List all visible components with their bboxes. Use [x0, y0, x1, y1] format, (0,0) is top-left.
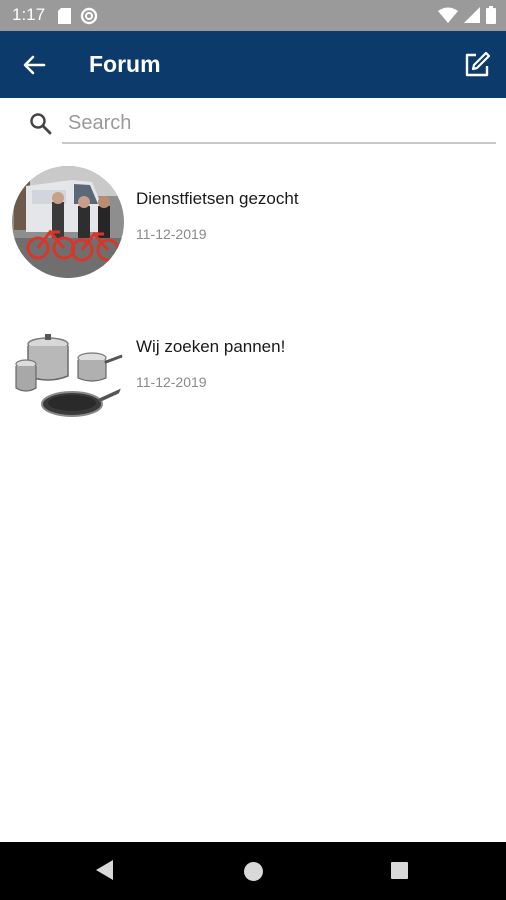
search-input[interactable]: [62, 104, 496, 144]
status-right-icons: [438, 6, 496, 24]
nav-recents-icon[interactable]: [391, 862, 408, 879]
status-bar: 1:17: [0, 0, 506, 31]
post-thumbnail-cookware: [12, 314, 124, 426]
list-item[interactable]: Dienstfietsen gezocht 11-12-2019: [0, 150, 506, 298]
back-button[interactable]: [18, 49, 50, 81]
status-time: 1:17: [12, 5, 46, 24]
nav-back-icon[interactable]: [96, 860, 114, 880]
cellular-signal-icon: [464, 7, 480, 23]
status-left-icons: [58, 7, 98, 25]
system-nav-bar: [0, 842, 506, 900]
data-saver-icon: [80, 7, 98, 25]
post-date: 11-12-2019: [136, 374, 207, 390]
battery-icon: [486, 6, 496, 24]
post-title: Wij zoeken pannen!: [136, 337, 286, 356]
wifi-icon: [438, 7, 458, 23]
compose-button[interactable]: [462, 50, 492, 80]
post-date: 11-12-2019: [136, 226, 207, 242]
post-title: Dienstfietsen gezocht: [136, 189, 299, 208]
app-bar: Forum: [0, 31, 506, 98]
page-title: Forum: [89, 51, 161, 77]
sd-card-icon: [58, 8, 71, 24]
search-bar: [0, 98, 506, 150]
nav-home-icon[interactable]: [244, 862, 263, 881]
search-icon: [30, 113, 52, 135]
forum-post-list: Dienstfietsen gezocht 11-12-2019 Wij zoe…: [0, 150, 506, 446]
post-thumbnail-bikes: [12, 166, 124, 278]
arrow-left-icon: [23, 55, 46, 75]
compose-icon: [465, 51, 491, 77]
bikes-photo: [12, 166, 124, 278]
list-item[interactable]: Wij zoeken pannen! 11-12-2019: [0, 298, 506, 446]
cookware-photo: [12, 314, 124, 426]
